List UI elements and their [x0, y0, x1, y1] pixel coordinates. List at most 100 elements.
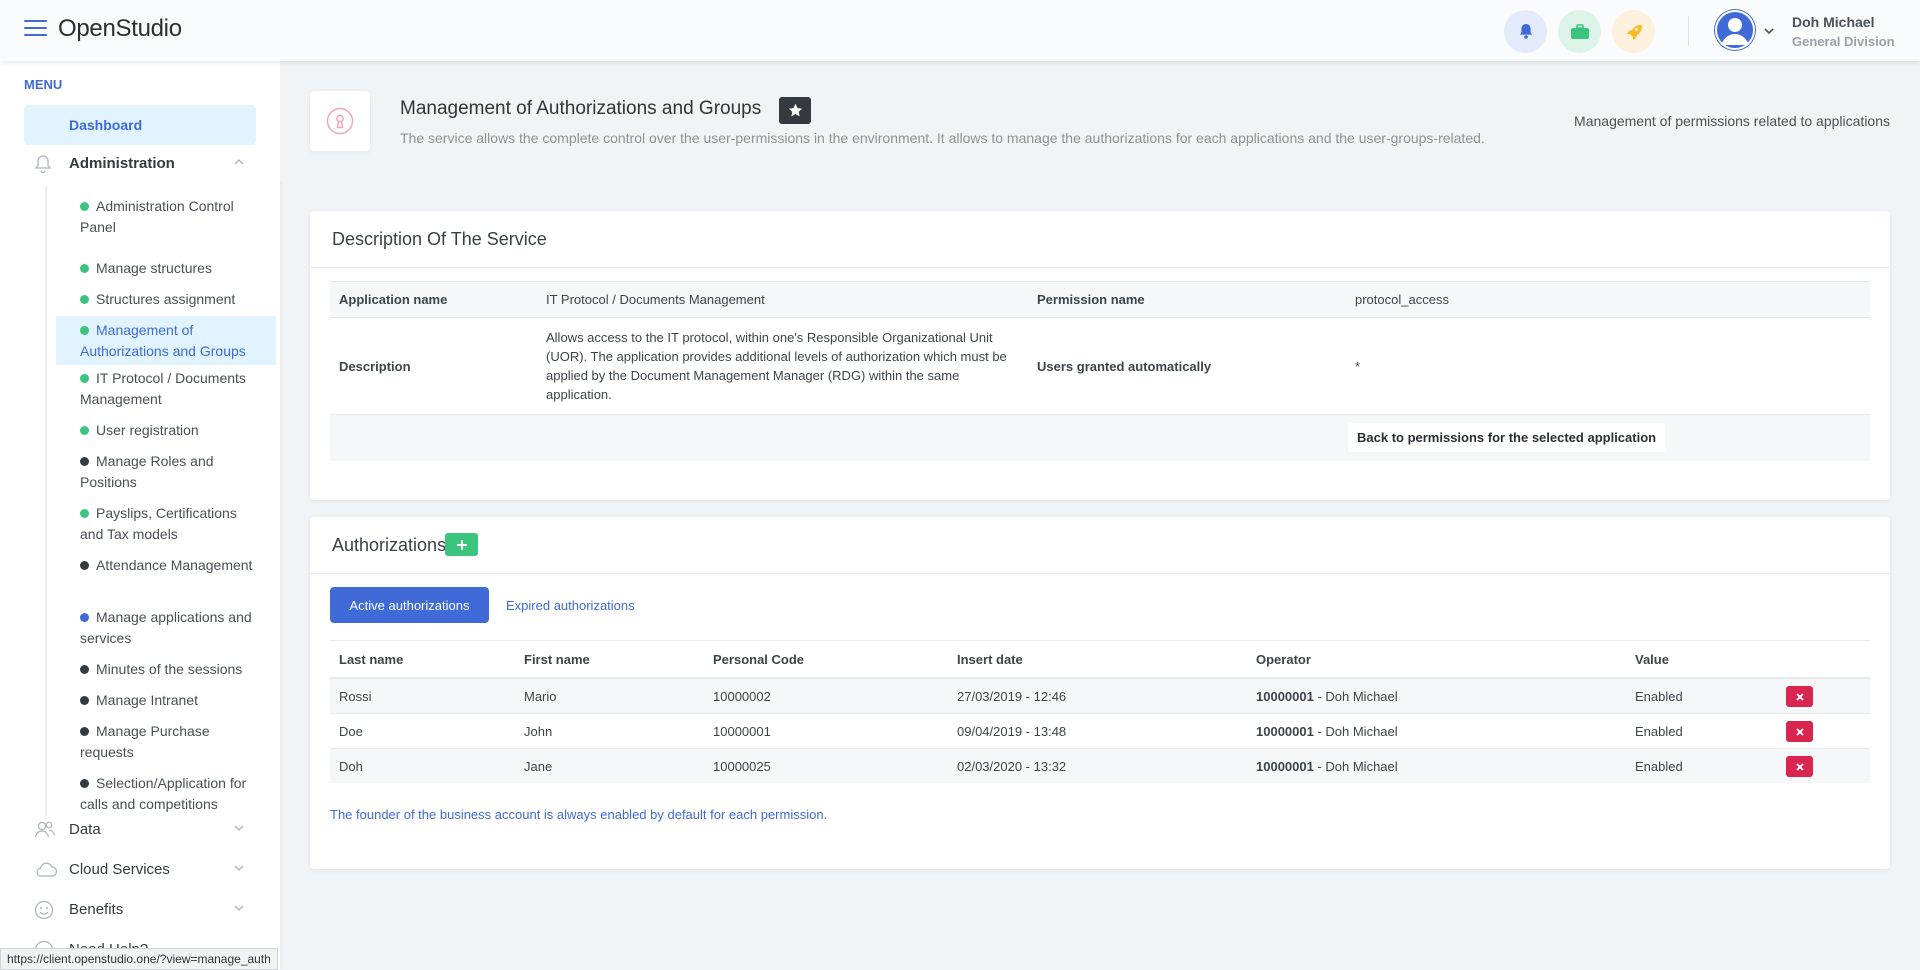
first-name-cell: John: [515, 713, 704, 749]
operator-cell: 10000001 - Doh Michael: [1247, 748, 1626, 783]
sidebar-subitem[interactable]: Management of Authorizations and Groups: [56, 316, 276, 365]
service-details-table: Application name IT Protocol / Documents…: [330, 281, 1870, 461]
cloud-icon: [36, 862, 58, 877]
table-row: Back to permissions for the selected app…: [330, 414, 1870, 461]
sidebar-subitem[interactable]: IT Protocol / Documents Management: [56, 364, 276, 413]
sidebar-subitem[interactable]: Manage Purchase requests: [56, 717, 276, 766]
sidebar-subitem[interactable]: Manage structures: [56, 254, 276, 282]
table-row: Description Allows access to the IT prot…: [330, 317, 1870, 415]
sidebar-category-label: Cloud Services: [69, 861, 170, 878]
status-dot-icon: [80, 457, 89, 466]
user-name: Doh Michael: [1792, 14, 1875, 30]
close-icon: [1795, 762, 1804, 771]
favorite-button[interactable]: [779, 97, 811, 124]
sidebar-item-data[interactable]: Data: [24, 816, 256, 844]
tab-active-authorizations[interactable]: Active authorizations: [330, 587, 489, 623]
operator-name: - Doh Michael: [1313, 689, 1398, 704]
authorizations-table-body: Rossi Mario 10000002 27/03/2019 - 12:46 1000…: [330, 677, 1870, 783]
sidebar-subitem[interactable]: Structures assignment: [56, 285, 276, 313]
notifications-button[interactable]: [1504, 10, 1547, 53]
operator-code: 10000001: [1256, 724, 1314, 739]
sidebar-subitem-label: Manage structures: [96, 260, 212, 276]
operator-cell: 10000001 - Doh Michael: [1247, 713, 1626, 749]
sidebar-subitem-label: Management of Authorizations and Groups: [80, 322, 246, 359]
col-insert-date: Insert date: [948, 640, 1247, 679]
sidebar-subitem-label: Structures assignment: [96, 291, 236, 307]
sidebar-subitem[interactable]: User registration: [56, 416, 276, 444]
close-icon: [1795, 727, 1804, 736]
sidebar-subitem-label: Attendance Management: [96, 557, 253, 573]
status-dot-icon: [80, 426, 89, 435]
sidebar-subitem[interactable]: Attendance Management: [56, 551, 276, 579]
operator-code: 10000001: [1256, 759, 1314, 774]
table-row: Doh Jane 10000025 02/03/2020 - 13:32 1000000…: [330, 748, 1870, 783]
status-dot-icon: [80, 696, 89, 705]
operator-name: - Doh Michael: [1313, 724, 1398, 739]
description-value: Allows access to the IT protocol, within…: [537, 317, 1028, 415]
sidebar-category-label: Data: [69, 821, 101, 838]
sidebar-subitem[interactable]: Minutes of the sessions: [56, 655, 276, 683]
chevron-down-icon[interactable]: [1764, 22, 1774, 40]
status-dot-icon: [80, 779, 89, 788]
card-header: Authorizations: [310, 517, 1890, 574]
insert-date-cell: 27/03/2019 - 12:46: [948, 677, 1247, 714]
value-cell: Enabled: [1626, 677, 1772, 714]
table-row: Doe John 10000001 09/04/2019 - 13:48 1000000…: [330, 713, 1870, 749]
bell-outline-icon: [34, 155, 52, 174]
sidebar-item-cloud-services[interactable]: Cloud Services: [24, 856, 256, 884]
brand-logo: OpenStudio: [58, 15, 182, 42]
value-cell: Enabled: [1626, 713, 1772, 749]
sidebar-item-dashboard[interactable]: Dashboard: [24, 105, 256, 145]
last-name-cell: Rossi: [330, 677, 515, 714]
sidebar-category-label: Administration: [69, 155, 175, 172]
operator-cell: 10000001 - Doh Michael: [1247, 677, 1626, 714]
sidebar-item-benefits[interactable]: Benefits: [24, 896, 256, 924]
rocket-icon: [1626, 24, 1642, 40]
card-title: Description Of The Service: [310, 211, 1890, 268]
col-first-name: First name: [515, 640, 704, 679]
first-name-cell: Mario: [515, 677, 704, 714]
rocket-button[interactable]: [1612, 10, 1655, 53]
authorizations-card: Authorizations Active authorizations Exp…: [310, 517, 1890, 869]
sidebar-subitem-label: Manage Purchase requests: [80, 723, 210, 760]
delete-authorization-button[interactable]: [1786, 686, 1813, 707]
sidebar-subitem[interactable]: Selection/Application for calls and comp…: [56, 769, 276, 818]
header-divider: [1688, 16, 1689, 46]
add-authorization-button[interactable]: [445, 533, 478, 556]
sidebar-category-label: Benefits: [69, 901, 124, 918]
col-operator: Operator: [1247, 640, 1626, 679]
service-description-card: Description Of The Service Application n…: [310, 211, 1890, 500]
col-personal-code: Personal Code: [704, 640, 948, 679]
top-header: OpenStudio Doh Michael General Division: [0, 0, 1920, 61]
chevron-down-icon: [234, 905, 244, 911]
back-to-permissions-link[interactable]: Back to permissions for the selected app…: [1348, 423, 1666, 453]
personal-code-cell: 10000025: [704, 748, 948, 783]
keyhole-icon: [326, 107, 354, 135]
sidebar-subitem[interactable]: Manage applications and services: [56, 603, 276, 652]
sidebar: MENU Dashboard Administration Data Cloud…: [0, 61, 280, 970]
sidebar-subitem[interactable]: Administration Control Panel: [56, 192, 276, 241]
user-avatar[interactable]: [1714, 9, 1756, 51]
hamburger-menu-icon[interactable]: [24, 20, 47, 37]
user-division: General Division: [1792, 34, 1895, 49]
last-name-cell: Doh: [330, 748, 515, 783]
table-header-row: Last name First name Personal Code Inser…: [330, 640, 1870, 679]
briefcase-button[interactable]: [1558, 10, 1601, 53]
status-dot-icon: [80, 202, 89, 211]
tab-expired-authorizations[interactable]: Expired authorizations: [506, 598, 635, 613]
delete-authorization-button[interactable]: [1786, 756, 1813, 777]
authorizations-table: Last name First name Personal Code Inser…: [330, 640, 1870, 783]
page-right-caption: Management of permissions related to app…: [1574, 113, 1890, 129]
delete-authorization-button[interactable]: [1786, 721, 1813, 742]
sidebar-subitem[interactable]: Manage Intranet: [56, 686, 276, 714]
close-icon: [1795, 692, 1804, 701]
page-title: Management of Authorizations and Groups: [400, 98, 762, 119]
app-name-value: IT Protocol / Documents Management: [537, 281, 1028, 318]
sidebar-subitem[interactable]: Manage Roles and Positions: [56, 447, 276, 496]
chevron-up-icon: [234, 159, 244, 165]
sidebar-item-administration[interactable]: Administration: [24, 150, 256, 178]
sidebar-subitem-label: Manage applications and services: [80, 609, 252, 646]
sidebar-subitem[interactable]: Payslips, Certifications and Tax models: [56, 499, 276, 548]
sidebar-subitem-label: Selection/Application for calls and comp…: [80, 775, 247, 812]
submenu-line: [45, 186, 47, 816]
